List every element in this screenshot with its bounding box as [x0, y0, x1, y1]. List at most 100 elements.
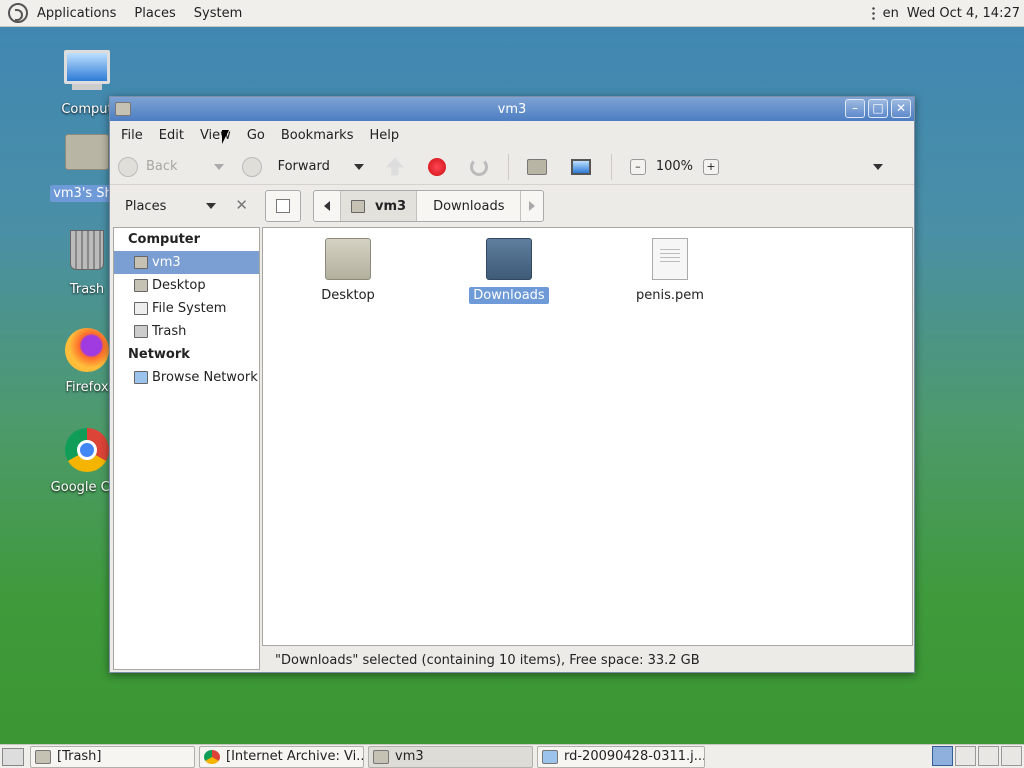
sidebar-item-trash[interactable]: Trash — [114, 320, 259, 343]
breadcrumb-scroll-right[interactable] — [521, 191, 543, 221]
sidebar-section-computer: Computer — [128, 232, 201, 247]
breadcrumb-item-vm3[interactable]: vm3 — [341, 191, 418, 221]
keyboard-layout[interactable]: en — [883, 6, 899, 21]
desktop-folder-icon — [134, 279, 148, 292]
maximize-button[interactable]: □ — [868, 99, 888, 118]
home-folder-icon — [134, 256, 148, 269]
task-vm3[interactable]: vm3 — [368, 745, 533, 768]
window-controls: – □ ✕ — [845, 99, 911, 118]
menu-places[interactable]: Places — [125, 6, 184, 21]
back-history-dropdown-icon[interactable] — [213, 163, 224, 170]
toolbar-separator — [507, 153, 509, 180]
computer-icon — [64, 50, 110, 84]
menu-view[interactable]: View — [192, 128, 239, 143]
sidebar-header: Places ✕ — [110, 186, 260, 226]
task-trash[interactable]: [Trash] — [30, 745, 195, 768]
chevron-left-icon — [324, 201, 330, 211]
show-desktop-icon[interactable] — [2, 747, 24, 766]
menu-edit[interactable]: Edit — [151, 128, 192, 143]
workspace-1[interactable] — [932, 746, 953, 766]
file-view[interactable]: Desktop Downloads penis.pem — [262, 227, 913, 646]
menu-applications[interactable]: Applications — [28, 6, 125, 21]
file-item-penis-pem[interactable]: penis.pem — [615, 238, 725, 303]
breadcrumb-label: Downloads — [433, 198, 505, 214]
desktop-icon-label: Comput — [61, 102, 113, 117]
trash-icon — [134, 325, 148, 338]
sidebar-item-file-system[interactable]: File System — [114, 297, 259, 320]
applications-logo-icon[interactable] — [8, 3, 28, 23]
zoom-out-button[interactable]: – — [629, 158, 646, 175]
top-menu: Applications Places System — [28, 0, 251, 26]
panel-handle-icon[interactable] — [871, 6, 875, 21]
file-item-desktop[interactable]: Desktop — [293, 238, 403, 303]
breadcrumb-label: vm3 — [375, 198, 407, 214]
task-label: rd-20090428-0311.j... — [564, 749, 705, 764]
sidebar-item-label: vm3 — [152, 255, 181, 270]
forward-history-dropdown-icon[interactable] — [353, 163, 364, 170]
breadcrumb: vm3 Downloads — [313, 190, 545, 222]
sidebar-item-vm3[interactable]: vm3 — [114, 251, 259, 274]
sidebar-type-selector[interactable]: Places — [125, 199, 166, 214]
chrome-icon — [204, 749, 220, 764]
folder-icon — [486, 238, 532, 280]
top-panel-tray: en Wed Oct 4, 14:27 — [871, 0, 1020, 27]
minimize-button[interactable]: – — [845, 99, 865, 118]
network-icon — [134, 371, 148, 384]
sidebar-item-label: Trash — [152, 324, 187, 339]
menu-system[interactable]: System — [185, 6, 251, 21]
sidebar-item-label: Desktop — [152, 278, 206, 293]
task-image-viewer[interactable]: rd-20090428-0311.j... — [537, 745, 705, 768]
workspace-switcher — [930, 746, 1022, 766]
task-internet-archive[interactable]: [Internet Archive: Vi... — [199, 745, 364, 768]
sidebar-close-icon[interactable]: ✕ — [235, 196, 248, 214]
reload-icon[interactable] — [469, 157, 488, 176]
back-button[interactable]: Back — [118, 156, 178, 177]
home-icon[interactable] — [526, 158, 547, 175]
workspace-3[interactable] — [978, 746, 999, 766]
zoom-in-button[interactable]: + — [703, 158, 720, 175]
forward-label: Forward — [277, 159, 330, 174]
breadcrumb-scroll-left[interactable] — [314, 191, 341, 221]
desktop-folder-icon — [325, 238, 371, 280]
window-titlebar[interactable]: vm3 – □ ✕ — [110, 97, 914, 121]
trash-icon — [70, 230, 104, 270]
forward-button[interactable]: Forward — [241, 156, 330, 177]
menubar: File Edit View Go Bookmarks Help — [110, 121, 914, 149]
breadcrumb-item-downloads[interactable]: Downloads — [417, 191, 522, 221]
menu-bookmarks[interactable]: Bookmarks — [273, 128, 362, 143]
sidebar-type-dropdown-icon[interactable] — [206, 203, 216, 209]
text-file-icon — [652, 238, 688, 280]
location-bar: vm3 Downloads — [265, 186, 913, 226]
file-item-downloads[interactable]: Downloads — [454, 238, 564, 304]
stop-icon[interactable] — [427, 157, 446, 176]
edit-icon — [276, 199, 290, 213]
toolbar-overflow-dropdown-icon[interactable] — [873, 163, 884, 170]
file-name: penis.pem — [636, 288, 704, 303]
task-label: [Trash] — [57, 749, 102, 764]
workspace-2[interactable] — [955, 746, 976, 766]
bottom-panel: [Trash] [Internet Archive: Vi... vm3 rd-… — [0, 744, 1024, 768]
back-arrow-icon — [118, 156, 138, 177]
toggle-location-entry-button[interactable] — [265, 190, 301, 222]
home-folder-icon — [351, 199, 365, 213]
file-manager-window: vm3 – □ ✕ File Edit View Go Bookmarks He… — [109, 96, 915, 673]
computer-icon[interactable] — [570, 158, 591, 175]
forward-arrow-icon — [241, 156, 262, 177]
sidebar-item-desktop[interactable]: Desktop — [114, 274, 259, 297]
menu-help[interactable]: Help — [361, 128, 407, 143]
workspace-4[interactable] — [1001, 746, 1022, 766]
firefox-icon — [65, 328, 109, 372]
zoom-level[interactable]: 100% — [656, 159, 693, 174]
menu-go[interactable]: Go — [239, 128, 273, 143]
desktop-icon-label: Firefox — [65, 380, 109, 395]
task-label: vm3 — [395, 749, 424, 764]
toolbar-separator — [610, 153, 612, 180]
sidebar-item-browse-network[interactable]: Browse Network — [114, 366, 259, 389]
mouse-pointer-icon — [222, 130, 229, 144]
close-button[interactable]: ✕ — [891, 99, 911, 118]
clock[interactable]: Wed Oct 4, 14:27 — [907, 6, 1020, 21]
desktop-icon-label: Trash — [69, 282, 105, 297]
sidebar-item-label: Browse Network — [152, 370, 258, 385]
menu-file[interactable]: File — [113, 128, 151, 143]
up-arrow-icon[interactable] — [385, 157, 404, 176]
